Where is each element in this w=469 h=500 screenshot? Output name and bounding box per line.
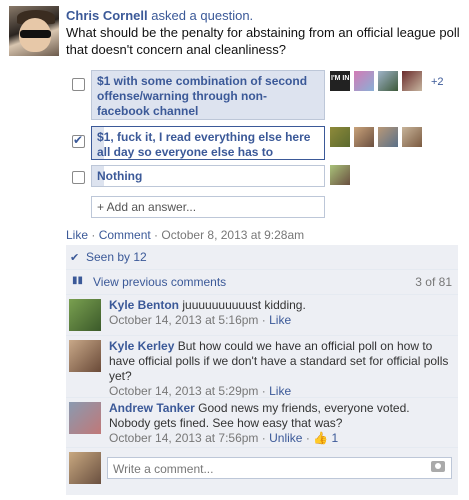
comment: Kyle Kerley But how could we have an off… — [66, 335, 458, 398]
comment: Kyle Benton juuuuuuuuuust kidding. Octob… — [66, 295, 458, 336]
comment-link[interactable]: Comment — [99, 228, 151, 242]
comment-like-count[interactable]: 1 — [331, 431, 338, 445]
comment-timestamp[interactable]: October 14, 2013 at 5:16pm — [109, 313, 258, 327]
comment-body: Kyle Kerley But how could we have an off… — [109, 339, 449, 398]
voter-avatar[interactable] — [402, 127, 422, 147]
view-previous-link[interactable]: View previous comments — [93, 275, 226, 289]
commenter-avatar[interactable] — [69, 340, 101, 372]
avatar-sunglasses — [20, 30, 51, 38]
thumbs-up-icon: 👍 — [313, 431, 329, 445]
commenter-name[interactable]: Andrew Tanker — [109, 401, 195, 415]
comment-like-link[interactable]: Like — [269, 313, 291, 327]
author-avatar[interactable] — [9, 6, 59, 56]
poll-option-label: $1 with some combination of second offen… — [97, 74, 308, 118]
checkmark-icon: ✔ — [70, 252, 80, 264]
commenter-name[interactable]: Kyle Benton — [109, 298, 179, 312]
poll-option-label: Nothing — [97, 169, 143, 183]
voter-avatar[interactable] — [330, 127, 350, 147]
post-meta: Like · Comment · October 8, 2013 at 9:28… — [66, 228, 305, 242]
comment-like-link[interactable]: Like — [269, 384, 291, 398]
voter-avatar[interactable] — [402, 71, 422, 91]
poll-option-bar[interactable]: Nothing — [91, 165, 325, 187]
like-link[interactable]: Like — [66, 228, 88, 242]
comment-bubble-icon: ▮▮ — [72, 275, 84, 286]
poll-option-label: $1, fuck it, I read everything else here… — [97, 130, 311, 159]
post-header: Chris Cornell asked a question. What sho… — [66, 7, 461, 58]
comment-count: 3 of 81 — [415, 275, 452, 289]
more-voters-link[interactable]: +2 — [431, 76, 444, 88]
comment: Andrew Tanker Good news my friends, ever… — [66, 397, 458, 448]
comment-text: juuuuuuuuuust kidding. — [182, 298, 306, 312]
voter-avatar[interactable] — [378, 127, 398, 147]
post-timestamp[interactable]: October 8, 2013 at 9:28am — [161, 228, 304, 242]
voter-avatar[interactable] — [378, 71, 398, 91]
commenter-name[interactable]: Kyle Kerley — [109, 339, 174, 353]
write-comment-input[interactable]: Write a comment... — [107, 457, 452, 479]
write-comment-row: Write a comment... — [66, 450, 458, 490]
view-previous-row: ▮▮ View previous comments 3 of 81 — [66, 270, 458, 295]
post-verb[interactable]: asked a question. — [151, 8, 253, 23]
comment-timestamp[interactable]: October 14, 2013 at 5:29pm — [109, 384, 258, 398]
voter-avatar[interactable]: I'M IN — [330, 71, 350, 91]
poll-option-bar[interactable]: $1 with some combination of second offen… — [91, 70, 325, 120]
voter-avatar[interactable] — [354, 127, 374, 147]
comments-panel: ✔ Seen by 12 ▮▮ View previous comments 3… — [66, 245, 458, 495]
camera-icon[interactable] — [431, 461, 445, 472]
comment-unlike-link[interactable]: Unlike — [269, 431, 302, 445]
poll-option-checkbox[interactable] — [72, 171, 85, 184]
author-name[interactable]: Chris Cornell — [66, 8, 148, 23]
poll-question: What should be the penalty for abstainin… — [66, 25, 460, 57]
poll-option-checkbox[interactable] — [72, 133, 85, 148]
comment-timestamp[interactable]: October 14, 2013 at 7:56pm — [109, 431, 258, 445]
viewer-avatar — [69, 452, 101, 484]
seen-by-text[interactable]: Seen by 12 — [86, 250, 147, 264]
comment-body: Andrew Tanker Good news my friends, ever… — [109, 401, 410, 445]
commenter-avatar[interactable] — [69, 299, 101, 331]
voter-avatar[interactable] — [354, 71, 374, 91]
commenter-avatar[interactable] — [69, 402, 101, 434]
seen-by-row: ✔ Seen by 12 — [66, 245, 458, 270]
voter-avatar[interactable] — [330, 165, 350, 185]
poll-option-bar[interactable]: $1, fuck it, I read everything else here… — [91, 126, 325, 160]
write-comment-placeholder: Write a comment... — [113, 462, 214, 476]
comment-body: Kyle Benton juuuuuuuuuust kidding. Octob… — [109, 298, 306, 327]
poll-option-checkbox[interactable] — [72, 78, 85, 91]
add-answer-input[interactable]: + Add an answer... — [91, 196, 325, 218]
